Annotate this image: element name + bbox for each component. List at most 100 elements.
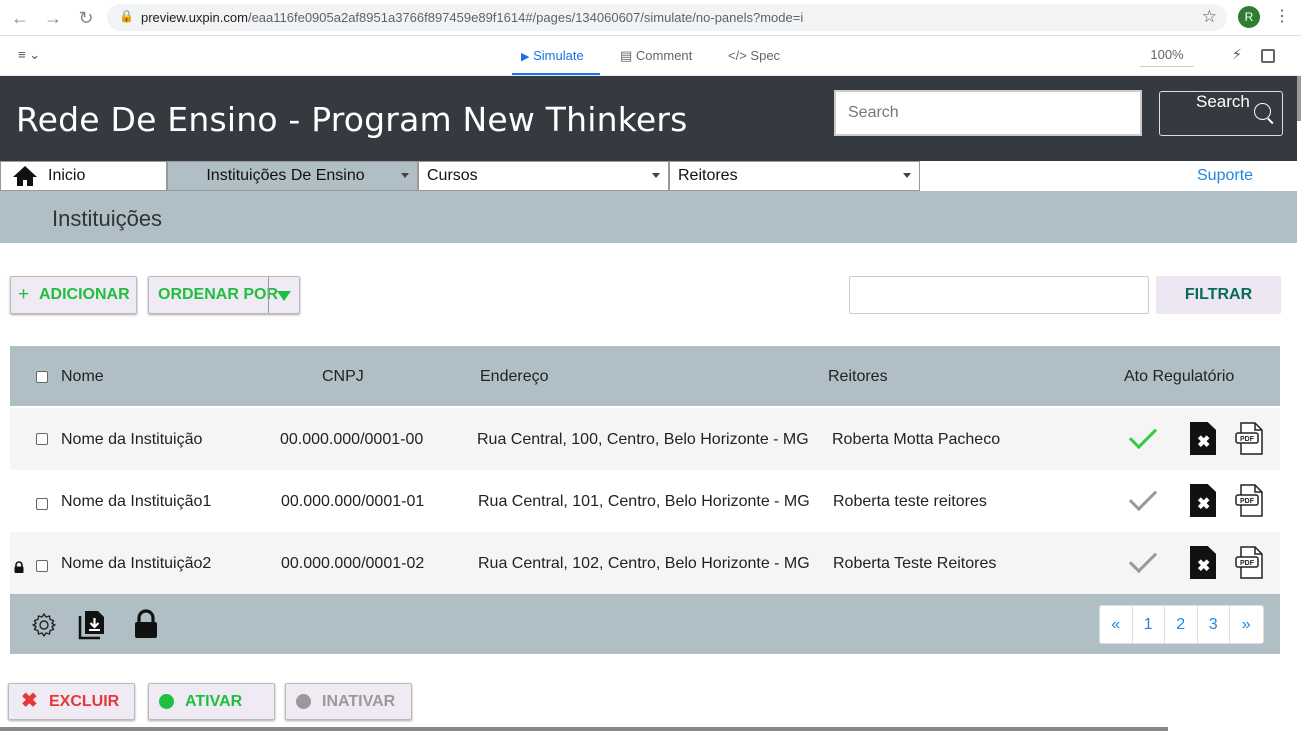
- deactivate-button[interactable]: INATIVAR: [285, 683, 412, 720]
- svg-text:PDF: PDF: [1240, 560, 1255, 567]
- forward-icon[interactable]: →: [42, 7, 64, 29]
- play-icon: ▶: [521, 51, 530, 63]
- bookmark-star-icon[interactable]: ☆: [1202, 7, 1217, 27]
- app-title: Rede De Ensino - Program New Thinkers: [16, 100, 688, 139]
- activate-button[interactable]: ATIVAR: [148, 683, 275, 720]
- filter-input[interactable]: [849, 276, 1149, 314]
- hamburger-icon[interactable]: ≡ ⌄: [18, 47, 40, 63]
- col-header-reitores[interactable]: Reitores: [828, 368, 888, 386]
- add-button[interactable]: + ADICIONAR: [10, 276, 137, 314]
- sort-button[interactable]: ORDENAR POR: [148, 276, 300, 314]
- check-icon[interactable]: [1128, 482, 1158, 512]
- check-icon[interactable]: [1128, 544, 1158, 574]
- nav-inicio[interactable]: Inicio: [0, 161, 167, 191]
- cell-endereco: Rua Central, 100, Centro, Belo Horizonte…: [477, 431, 809, 448]
- row-checkbox[interactable]: [36, 433, 48, 445]
- gear-icon[interactable]: [31, 612, 57, 638]
- cell-endereco: Rua Central, 102, Centro, Belo Horizonte…: [478, 555, 810, 572]
- lock-icon: [14, 561, 24, 573]
- pdf-icon[interactable]: PDF: [1235, 484, 1265, 517]
- delete-button[interactable]: ✖ EXCLUIR: [8, 683, 135, 720]
- svg-text:PDF: PDF: [1240, 436, 1255, 443]
- row-checkbox[interactable]: [36, 498, 48, 510]
- lock-icon[interactable]: [133, 609, 159, 639]
- row-checkbox[interactable]: [36, 560, 48, 572]
- main-nav: Inicio Instituições De Ensino Cursos Rei…: [0, 161, 1297, 191]
- cell-nome: Nome da Instituição: [61, 431, 203, 448]
- col-header-nome[interactable]: Nome: [61, 368, 104, 386]
- close-icon: ✖: [21, 690, 38, 712]
- lock-icon: 🔒: [119, 9, 134, 23]
- chevron-down-icon: [652, 173, 660, 178]
- vertical-scrollbar[interactable]: [1297, 76, 1301, 121]
- download-documents-icon[interactable]: [78, 610, 106, 640]
- pdf-icon[interactable]: PDF: [1235, 546, 1265, 579]
- cell-nome: Nome da Instituição2: [61, 555, 212, 572]
- plus-icon: +: [18, 284, 30, 305]
- active-tab-indicator: [512, 73, 600, 75]
- chevron-down-icon: [401, 173, 409, 178]
- document-delete-icon[interactable]: ✖: [1190, 484, 1216, 517]
- pagination-prev[interactable]: «: [1100, 606, 1133, 643]
- svg-text:PDF: PDF: [1240, 498, 1255, 505]
- table-row[interactable]: Nome da Instituição1 00.000.000/0001-01 …: [10, 470, 1280, 532]
- nav-instituicoes[interactable]: Instituições De Ensino: [167, 161, 418, 191]
- table-row[interactable]: Nome da Instituição2 00.000.000/0001-02 …: [10, 532, 1280, 594]
- search-icon: [1254, 103, 1271, 120]
- cell-cnpj: 00.000.000/0001-01: [281, 493, 425, 510]
- url-host: preview.uxpin.com: [141, 10, 248, 25]
- nav-suporte-link[interactable]: Suporte: [1197, 167, 1253, 185]
- caret-down-icon: [277, 291, 291, 301]
- code-icon: </>: [728, 48, 747, 63]
- tab-spec[interactable]: </> Spec: [728, 48, 780, 63]
- fullscreen-icon[interactable]: [1261, 49, 1275, 63]
- pagination-page[interactable]: 1: [1133, 606, 1165, 643]
- cell-reitores: Roberta teste reitores: [833, 493, 987, 510]
- select-all-checkbox[interactable]: [36, 371, 48, 383]
- app-header: Rede De Ensino - Program New Thinkers Se…: [0, 76, 1297, 161]
- sort-dropdown-toggle[interactable]: [268, 277, 300, 313]
- browser-menu-icon[interactable]: ⋮: [1274, 6, 1290, 26]
- check-icon[interactable]: [1128, 420, 1158, 450]
- table-row[interactable]: Nome da Instituição 00.000.000/0001-00 R…: [10, 408, 1280, 470]
- cell-nome: Nome da Instituição1: [61, 493, 212, 510]
- comment-icon: ▤: [620, 48, 633, 63]
- nav-reitores[interactable]: Reitores: [669, 161, 920, 191]
- cell-reitores: Roberta Motta Pacheco: [832, 431, 1001, 448]
- table-header: Nome CNPJ Endereço Reitores Ato Regulató…: [10, 346, 1280, 406]
- uxpin-toolbar: ≡ ⌄ ▶ Simulate ▤ Comment </> Spec 100% ⚡…: [0, 37, 1301, 76]
- zoom-level[interactable]: 100%: [1140, 47, 1194, 67]
- pdf-icon[interactable]: PDF: [1235, 422, 1265, 455]
- col-header-ato[interactable]: Ato Regulatório: [1124, 368, 1234, 386]
- section-header: Instituições: [0, 191, 1297, 243]
- document-delete-icon[interactable]: ✖: [1190, 422, 1216, 455]
- pagination-next[interactable]: »: [1230, 606, 1263, 643]
- address-bar[interactable]: 🔒 preview.uxpin.com/eaa116fe0905a2af8951…: [107, 4, 1227, 31]
- cell-reitores: Roberta Teste Reitores: [833, 555, 997, 572]
- header-search-input[interactable]: [834, 90, 1142, 136]
- back-icon[interactable]: ←: [9, 7, 31, 29]
- col-header-cnpj[interactable]: CNPJ: [322, 368, 364, 386]
- tab-comment[interactable]: ▤ Comment: [620, 48, 692, 64]
- filter-button[interactable]: FILTRAR: [1156, 276, 1281, 314]
- reload-icon[interactable]: ↻: [75, 7, 97, 29]
- pagination-page[interactable]: 2: [1165, 606, 1198, 643]
- horizontal-scrollbar[interactable]: [0, 727, 1168, 731]
- status-dot-gray-icon: [296, 694, 311, 709]
- nav-cursos[interactable]: Cursos: [418, 161, 669, 191]
- col-header-endereco[interactable]: Endereço: [480, 368, 549, 386]
- table-footer: [10, 594, 1280, 654]
- cell-endereco: Rua Central, 101, Centro, Belo Horizonte…: [478, 493, 810, 510]
- page-title: Instituições: [52, 206, 163, 231]
- cell-cnpj: 00.000.000/0001-00: [280, 431, 424, 448]
- url-path: /eaa116fe0905a2af8951a3766f897459e89f161…: [247, 10, 804, 25]
- pagination: « 1 2 3 »: [1099, 605, 1264, 644]
- home-icon: [13, 166, 37, 186]
- browser-toolbar: ← → ↻ 🔒 preview.uxpin.com/eaa116fe0905a2…: [0, 0, 1301, 36]
- status-dot-green-icon: [159, 694, 174, 709]
- tab-simulate[interactable]: ▶ Simulate: [521, 48, 584, 63]
- lightning-icon[interactable]: ⚡︎: [1232, 46, 1242, 63]
- profile-avatar[interactable]: R: [1238, 6, 1260, 28]
- document-delete-icon[interactable]: ✖: [1190, 546, 1216, 579]
- pagination-page[interactable]: 3: [1198, 606, 1230, 643]
